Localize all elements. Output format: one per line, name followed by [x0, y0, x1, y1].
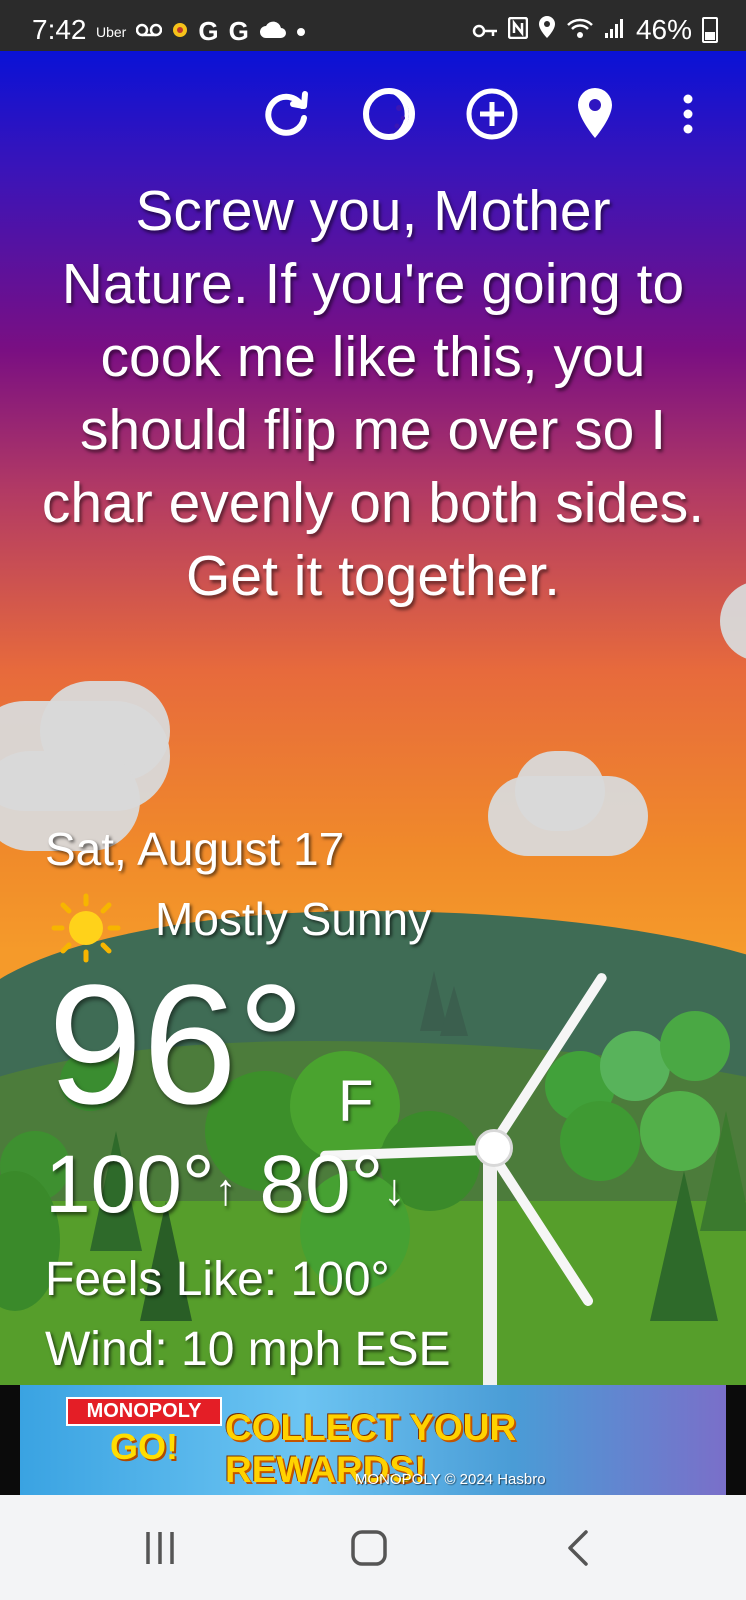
add-location-icon[interactable] [462, 84, 522, 144]
signal-icon [604, 14, 626, 46]
more-notifications-dot [296, 27, 305, 36]
monopoly-go-logo: MONOPOLY GO! [66, 1397, 222, 1469]
more-vert-icon[interactable] [668, 84, 708, 144]
pine-tree [700, 1111, 746, 1231]
ad-banner[interactable]: MONOPOLY GO! COLLECT YOUR REWARDS! MONOP… [0, 1385, 746, 1495]
tree [560, 1101, 640, 1181]
cloud [720, 581, 746, 661]
emoji-notification-icon [172, 22, 188, 41]
back-icon[interactable] [548, 1523, 608, 1573]
ad-logo-bottom: GO! [110, 1426, 178, 1467]
high-low-temperature: 100°↑ 80°↓ [45, 1140, 405, 1235]
windmill-hub [475, 1129, 513, 1167]
recent-apps-icon[interactable] [130, 1523, 190, 1573]
moon-icon[interactable] [359, 84, 419, 144]
low-temperature: 80° [259, 1139, 384, 1230]
location-status-icon [538, 14, 556, 46]
nfc-icon [507, 14, 529, 46]
battery-icon [702, 17, 718, 43]
cloud-sync-icon [259, 20, 287, 43]
refresh-icon[interactable] [256, 84, 316, 144]
app-toolbar [0, 84, 746, 144]
cloud [515, 751, 605, 831]
windmill-tower [483, 1141, 497, 1385]
snarky-forecast-text: Screw you, Mother Nature. If you're goin… [41, 179, 705, 608]
system-navigation-bar [0, 1495, 746, 1600]
tree [660, 1011, 730, 1081]
ad-creative[interactable]: MONOPOLY GO! COLLECT YOUR REWARDS! MONOP… [20, 1385, 726, 1495]
home-icon[interactable] [339, 1523, 399, 1573]
ad-copyright: MONOPOLY © 2024 Hasbro [355, 1471, 546, 1488]
feels-like: Feels Like: 100° [45, 1253, 390, 1306]
voicemail-icon [136, 23, 163, 40]
forecast-date: Sat, August 17 [45, 823, 345, 875]
vpn-key-icon [472, 14, 498, 46]
pine-tree [440, 986, 468, 1036]
ad-logo-top: MONOPOLY [66, 1397, 222, 1426]
status-time: 7:42 [32, 14, 87, 45]
arrow-down-icon: ↓ [383, 1165, 406, 1215]
notification-icons: Uber G G [96, 16, 305, 47]
temperature-unit: F [338, 1069, 374, 1134]
current-temperature: 96° [48, 950, 306, 1140]
wind-info: Wind: 10 mph ESE [45, 1323, 451, 1376]
location-icon[interactable] [565, 84, 625, 144]
google-notification-icon: G [228, 16, 249, 46]
arrow-up-icon: ↑ [214, 1165, 237, 1215]
battery-percent: 46% [635, 14, 692, 45]
uber-notification-icon: Uber [96, 23, 127, 40]
google-notification-icon: G [198, 16, 219, 46]
wifi-icon [566, 14, 594, 46]
system-icons: 46% [472, 14, 718, 46]
weather-condition: Mostly Sunny [155, 893, 432, 945]
high-temperature: 100° [45, 1139, 215, 1230]
